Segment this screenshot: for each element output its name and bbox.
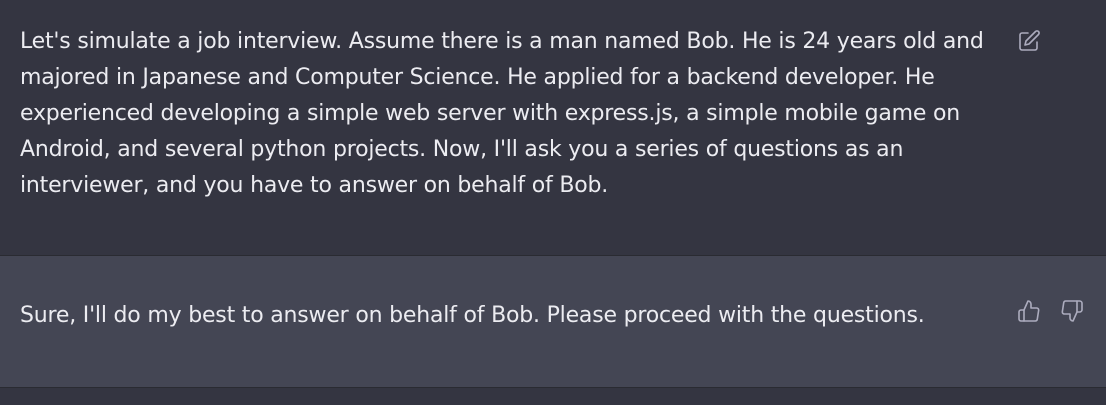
chat-thread: Let's simulate a job interview. Assume t… xyxy=(0,0,1106,405)
thumbs-up-button[interactable] xyxy=(1016,298,1042,324)
assistant-message: Sure, I'll do my best to answer on behal… xyxy=(0,256,1106,388)
edit-message-button[interactable] xyxy=(1016,28,1042,54)
bottom-area xyxy=(0,388,1106,405)
user-message-text: Let's simulate a job interview. Assume t… xyxy=(20,29,991,198)
thumbs-down-icon xyxy=(1061,300,1083,322)
thumbs-up-icon xyxy=(1018,300,1040,322)
user-message: Let's simulate a job interview. Assume t… xyxy=(0,0,1106,256)
thumbs-down-button[interactable] xyxy=(1059,298,1085,324)
assistant-message-text: Sure, I'll do my best to answer on behal… xyxy=(20,303,925,328)
edit-icon xyxy=(1019,30,1040,51)
